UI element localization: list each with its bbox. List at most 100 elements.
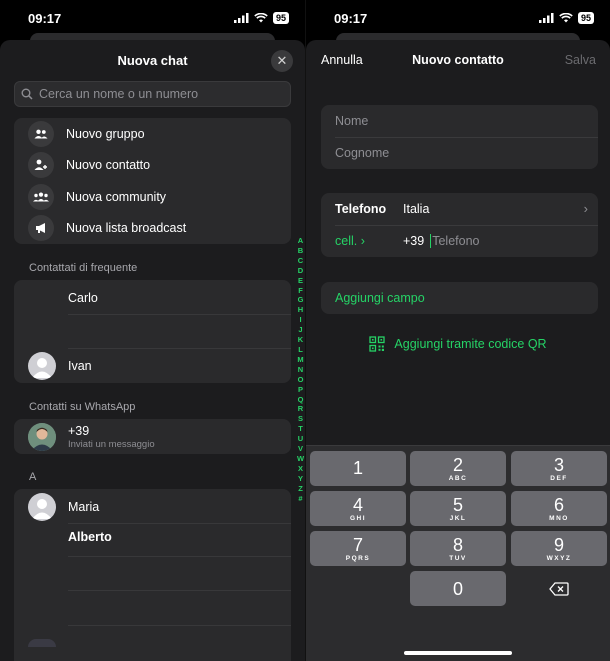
battery-icon: 95 (272, 12, 289, 24)
index-letter[interactable]: C (298, 256, 303, 266)
search-field[interactable] (14, 81, 291, 107)
index-letter[interactable]: K (298, 335, 303, 345)
add-field-card: Aggiungi campo (321, 282, 598, 314)
qr-code-icon (369, 336, 386, 352)
contact-name: Alberto (68, 530, 112, 544)
avatar (28, 492, 56, 521)
index-letter[interactable]: R (298, 404, 303, 414)
battery-icon: 95 (577, 12, 594, 24)
frequent-section-label: Contattati di frequente (29, 262, 138, 274)
country-row[interactable]: Telefono Italia › (321, 193, 598, 225)
qr-link-label: Aggiungi tramite codice QR (394, 337, 547, 351)
wifi-icon (559, 13, 573, 23)
delete-key[interactable] (511, 571, 607, 606)
contact-row-maria[interactable]: Maria (14, 489, 291, 524)
community-icon (28, 183, 54, 210)
search-input[interactable] (39, 87, 279, 101)
key-9[interactable]: 9 WXYZ (511, 531, 607, 566)
key-8[interactable]: 8 TUV (410, 531, 506, 566)
new-group-button[interactable]: Nuovo gruppo (14, 118, 291, 150)
action-label: Nuovo gruppo (66, 126, 145, 141)
index-letter[interactable]: L (298, 345, 303, 355)
contact-row-ivan[interactable]: Ivan (14, 348, 291, 383)
country-value: Italia (403, 201, 430, 216)
index-letter[interactable]: V (298, 444, 303, 454)
key-1[interactable]: 1 (310, 451, 406, 486)
key-3[interactable]: 3 DEF (511, 451, 607, 486)
index-letter[interactable]: O (298, 375, 304, 385)
status-time: 09:17 (28, 10, 62, 26)
new-broadcast-button[interactable]: Nuova lista broadcast (14, 213, 291, 245)
key-5[interactable]: 5 JKL (410, 491, 506, 526)
backspace-icon (549, 581, 569, 596)
index-letter[interactable]: G (298, 295, 304, 305)
contact-name: Ivan (68, 358, 92, 373)
add-via-qr-button[interactable]: Aggiungi tramite codice QR (306, 336, 610, 352)
index-letter[interactable]: E (298, 276, 303, 286)
numeric-keypad: 1 2 ABC 3 DEF 4 GHI 5 JKL 6 MNO 7 PQRS 8 TUV 9W… (306, 445, 610, 661)
index-letter[interactable]: H (298, 305, 303, 315)
surname-field[interactable] (321, 138, 598, 170)
signal-icon (538, 13, 554, 23)
close-button[interactable]: ✕ (271, 50, 293, 72)
index-letter[interactable]: U (298, 434, 303, 444)
alphabet-index[interactable]: A B C D E F G H I J K L M N O P Q R S T U V W X Y Z # (296, 236, 305, 503)
contact-row-carlo[interactable]: Carlo (14, 280, 291, 315)
phone-type-button[interactable]: cell. › (321, 234, 403, 248)
index-letter[interactable]: T (298, 424, 303, 434)
key-6[interactable]: 6 MNO (511, 491, 607, 526)
index-letter[interactable]: M (297, 355, 303, 365)
name-input[interactable] (335, 113, 575, 128)
name-field[interactable] (321, 105, 598, 137)
avatar (28, 422, 56, 451)
new-community-button[interactable]: Nuova community (14, 181, 291, 213)
index-letter[interactable]: # (298, 494, 302, 504)
add-field-button[interactable]: Aggiungi campo (321, 282, 598, 314)
index-letter[interactable]: F (298, 286, 303, 296)
key-2[interactable]: 2 ABC (410, 451, 506, 486)
contact-row-alberto[interactable]: Alberto (14, 524, 291, 550)
index-letter[interactable]: Y (298, 474, 303, 484)
new-contact-screen: 09:17 95 Annulla Nuovo contatto Salva Te… (305, 0, 610, 661)
action-label: Nuova lista broadcast (66, 221, 187, 236)
index-letter[interactable]: S (298, 414, 303, 424)
phone-number-row[interactable]: cell. › +39 Telefono (321, 226, 598, 258)
a-contacts-group: Maria Alberto (14, 489, 291, 661)
status-time: 09:17 (334, 10, 368, 26)
group-icon (28, 120, 54, 147)
phone-input[interactable]: Telefono (432, 234, 479, 248)
save-button[interactable]: Salva (565, 53, 596, 67)
whatsapp-contacts-group: +39 Inviati un messaggio (14, 419, 291, 454)
index-letter[interactable]: B (298, 246, 303, 256)
index-letter[interactable]: J (298, 325, 302, 335)
index-letter[interactable]: N (298, 365, 303, 375)
contact-subtitle: Inviati un messaggio (68, 438, 155, 450)
index-letter[interactable]: P (298, 385, 303, 395)
new-chat-screen: 09:17 95 Nuova chat ✕ Nuovo gruppo (0, 0, 305, 661)
status-bar: 09:17 95 (306, 0, 610, 36)
index-letter[interactable]: D (298, 266, 303, 276)
key-4[interactable]: 4 GHI (310, 491, 406, 526)
megaphone-icon (28, 215, 54, 242)
contact-name: Maria (68, 499, 100, 514)
new-contact-button[interactable]: Nuovo contatto (14, 150, 291, 182)
key-7[interactable]: 7 PQRS (310, 531, 406, 566)
contact-number: +39 (68, 423, 90, 438)
whatsapp-section-label: Contatti su WhatsApp (29, 401, 136, 413)
surname-input[interactable] (335, 146, 575, 161)
index-letter[interactable]: W (297, 454, 304, 464)
action-label: Nuovo contatto (66, 158, 151, 173)
phone-label: Telefono (335, 201, 387, 216)
index-letter[interactable]: X (298, 464, 303, 474)
search-icon (21, 88, 33, 100)
nav-header: Annulla Nuovo contatto Salva (306, 53, 610, 73)
index-letter[interactable]: A (298, 236, 303, 246)
contact-row-self[interactable]: +39 Inviati un messaggio (14, 419, 291, 454)
index-letter[interactable]: Z (298, 484, 303, 494)
index-letter[interactable]: I (299, 315, 301, 325)
chevron-right-icon: › (583, 201, 588, 217)
index-letter[interactable]: Q (298, 395, 304, 405)
frequent-contacts-group: Carlo Ivan (14, 280, 291, 383)
contact-name: Carlo (68, 290, 98, 305)
key-0[interactable]: 0 (410, 571, 506, 606)
